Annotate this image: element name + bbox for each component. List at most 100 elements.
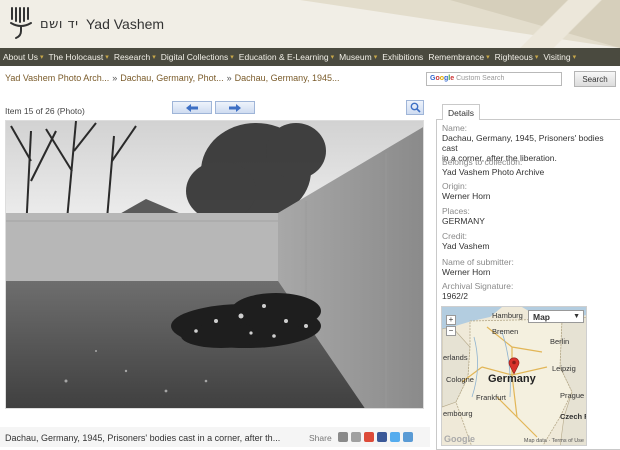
detail-value[interactable]: Yad Vashem Photo Archive: [442, 167, 544, 177]
chevron-down-icon: ▾: [486, 54, 490, 61]
breadcrumb-link[interactable]: Dachau, Germany, Phot...: [120, 73, 223, 83]
google-logo: Google: [430, 75, 455, 82]
yad-vashem-logo-icon[interactable]: [8, 5, 34, 41]
nav-remembrance[interactable]: Remembrance ▾: [427, 52, 493, 62]
detail-value: 1962/2: [442, 291, 468, 301]
nav-label: Education & E-Learning: [238, 52, 329, 62]
search-input[interactable]: Google Custom Search: [426, 72, 562, 86]
tab-details[interactable]: Details: [442, 104, 480, 120]
detail-label: Name:: [442, 123, 468, 133]
detail-submitter: Name of submitter: Werner Horn: [442, 257, 514, 277]
chevron-down-icon: ▾: [330, 54, 335, 61]
map-type-select[interactable]: Map ▼: [528, 310, 584, 323]
nav-education[interactable]: Education & E-Learning ▾: [238, 52, 338, 62]
share-label: Share: [309, 433, 332, 443]
chevron-down-icon: ▾: [105, 54, 109, 61]
archive-photo-image: [6, 121, 423, 408]
search-button[interactable]: Search: [574, 71, 616, 87]
location-map[interactable]: + − Map ▼ Hamburg Bremen Berlin erlands …: [441, 306, 587, 446]
map-label-hamburg: Hamburg: [492, 311, 523, 320]
nav-museum[interactable]: Museum ▾: [338, 52, 381, 62]
detail-archival-signature: Archival Signature: 1962/2: [442, 281, 513, 301]
detail-credit: Credit: Yad Vashem: [442, 231, 489, 251]
detail-origin: Origin: Werner Horn: [442, 181, 491, 201]
detail-value: Werner Horn: [442, 267, 491, 277]
twitter-icon[interactable]: [390, 432, 400, 442]
header-decoration: [500, 0, 620, 48]
chevron-down-icon: ▼: [573, 313, 580, 320]
detail-value: GERMANY: [442, 216, 485, 226]
nav-label: Exhibitions: [382, 52, 424, 62]
map-zoom-in-button[interactable]: +: [446, 315, 456, 325]
left-arrow-icon: [186, 103, 198, 112]
facebook-icon[interactable]: [377, 432, 387, 442]
map-label-berlin: Berlin: [550, 337, 570, 346]
next-photo-button[interactable]: [215, 101, 255, 114]
nav-label: Digital Collections: [160, 52, 229, 62]
nav-digital-collections[interactable]: Digital Collections ▾: [160, 52, 238, 62]
map-type-label: Map: [533, 311, 550, 322]
map-zoom-out-button[interactable]: −: [446, 326, 456, 336]
detail-value: Dachau, Germany, 1945, Prisoners' bodies…: [442, 133, 604, 153]
site-name[interactable]: Yad Vashem: [86, 16, 164, 32]
reddit-icon[interactable]: [338, 432, 348, 442]
breadcrumb-separator: »: [226, 73, 232, 83]
nav-exhibitions[interactable]: Exhibitions: [381, 52, 427, 62]
map-google-logo: Google: [444, 434, 475, 444]
chevron-down-icon: ▾: [572, 54, 577, 61]
detail-collection: Belongs to collection: Yad Vashem Photo …: [442, 157, 544, 177]
breadcrumb-current[interactable]: Dachau, Germany, 1945...: [235, 73, 340, 83]
breadcrumb-separator: »: [112, 73, 118, 83]
main-navigation: About Us ▾ The Holocaust ▾ Research ▾ Digit…: [0, 48, 620, 66]
item-counter: Item 15 of 26 (Photo): [5, 106, 85, 116]
nav-righteous[interactable]: Righteous ▾: [494, 52, 543, 62]
delicious-icon[interactable]: [403, 432, 413, 442]
map-label-czech: Czech F: [560, 412, 587, 421]
map-label-frankfurt: Frankfurt: [476, 393, 507, 402]
map-terms-link[interactable]: Map data · Terms of Use: [524, 438, 584, 444]
map-label-luxembourg: embourg: [443, 409, 473, 418]
digg-icon[interactable]: [351, 432, 361, 442]
nav-label: The Holocaust: [48, 52, 104, 62]
nav-label: Research: [113, 52, 151, 62]
previous-photo-button[interactable]: [172, 101, 212, 114]
detail-value: Werner Horn: [442, 191, 491, 201]
nav-label: Remembrance: [428, 52, 485, 62]
detail-label: Archival Signature:: [442, 281, 514, 291]
chevron-down-icon: ▾: [534, 54, 539, 61]
detail-label: Places:: [442, 206, 470, 216]
map-label-prague: Prague: [560, 391, 585, 400]
nav-visiting[interactable]: Visiting ▾: [542, 52, 580, 62]
nav-research[interactable]: Research ▾: [113, 52, 160, 62]
detail-label: Name of submitter:: [442, 257, 514, 267]
chevron-down-icon: ▾: [373, 54, 378, 61]
detail-label: Belongs to collection:: [442, 157, 523, 167]
breadcrumb-link[interactable]: Yad Vashem Photo Arch...: [5, 73, 109, 83]
share-icons: [338, 432, 413, 442]
map-label-cologne: Cologne: [446, 375, 474, 384]
map-label-leipzig: Leipzig: [552, 364, 576, 373]
magnifier-icon: [410, 102, 421, 113]
chevron-down-icon: ▾: [152, 54, 156, 61]
nav-label: Righteous: [494, 52, 533, 62]
zoom-button[interactable]: [406, 100, 424, 115]
detail-label: Credit:: [442, 231, 468, 241]
search-placeholder: Custom Search: [456, 75, 505, 82]
detail-places: Places: GERMANY: [442, 206, 485, 226]
detail-label: Origin:: [442, 181, 468, 191]
nav-label: Visiting: [543, 52, 571, 62]
chevron-down-icon: ▾: [39, 54, 44, 61]
nav-label: Museum: [339, 52, 372, 62]
nav-about-us[interactable]: About Us ▾: [2, 52, 47, 62]
site-hebrew-name: יד ושם: [40, 17, 79, 32]
archive-photo[interactable]: [5, 120, 424, 409]
breadcrumb: Yad Vashem Photo Arch...» Dachau, Germany…: [5, 73, 340, 83]
photo-caption: Dachau, Germany, 1945, Prisoners' bodies…: [5, 433, 281, 443]
map-marker-icon[interactable]: [508, 357, 520, 375]
google-icon[interactable]: [364, 432, 374, 442]
nav-the-holocaust[interactable]: The Holocaust ▾: [47, 52, 112, 62]
chevron-down-icon: ▾: [230, 54, 234, 61]
map-label-bremen: Bremen: [492, 327, 519, 336]
right-arrow-icon: [229, 103, 241, 112]
site-header: יד ושם Yad Vashem: [0, 0, 620, 48]
